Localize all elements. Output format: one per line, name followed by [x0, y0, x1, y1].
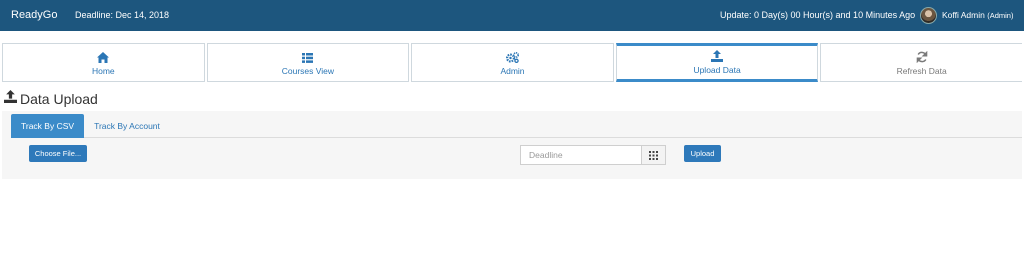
- nav-tile-admin[interactable]: Admin: [411, 43, 614, 82]
- nav-tile-label: Courses View: [281, 66, 335, 76]
- user-name: Koffi Admin: [942, 10, 985, 20]
- choose-file-button[interactable]: Choose File...: [29, 145, 87, 162]
- page-title: Data Upload: [4, 90, 98, 108]
- calendar-grid-icon[interactable]: [641, 146, 665, 164]
- nav-tile-label: Refresh Data: [896, 66, 947, 76]
- nav-tile-courses-view[interactable]: Courses View: [206, 43, 410, 82]
- upload-panel: Track By CSV Track By Account Choose Fil…: [2, 111, 1022, 179]
- deadline-date-picker: [520, 145, 666, 165]
- upload-icon: [4, 90, 17, 108]
- nav-tile-label: Home: [91, 66, 115, 76]
- user-menu[interactable]: Koffi Admin (Admin): [942, 10, 1013, 20]
- nav-tile-home[interactable]: Home: [2, 43, 205, 82]
- deadline-input[interactable]: [521, 146, 641, 164]
- nav-tile-refresh-data[interactable]: Refresh Data: [820, 43, 1022, 82]
- tab-track-by-csv[interactable]: Track By CSV: [11, 114, 85, 138]
- upload-tabs: Track By CSV Track By Account: [11, 114, 1022, 138]
- nav-tile-upload-data[interactable]: Upload Data: [615, 43, 819, 82]
- page-title-text: Data Upload: [20, 91, 98, 107]
- tab-track-by-account[interactable]: Track By Account: [84, 114, 170, 138]
- avatar[interactable]: [920, 7, 937, 24]
- main-nav: Home Courses View Admin Upload Data Refr…: [2, 43, 1022, 82]
- upload-button[interactable]: Upload: [684, 145, 721, 162]
- user-role: (Admin): [987, 11, 1014, 20]
- brand-name[interactable]: ReadyGo: [11, 9, 57, 21]
- nav-tile-label: Upload Data: [693, 65, 741, 75]
- nav-tile-label: Admin: [500, 66, 525, 76]
- update-status: Update: 0 Day(s) 00 Hour(s) and 10 Minut…: [720, 10, 916, 20]
- top-bar: ReadyGo Deadline: Dec 14, 2018 Update: 0…: [0, 0, 1024, 31]
- deadline-text: Deadline: Dec 14, 2018: [75, 10, 170, 20]
